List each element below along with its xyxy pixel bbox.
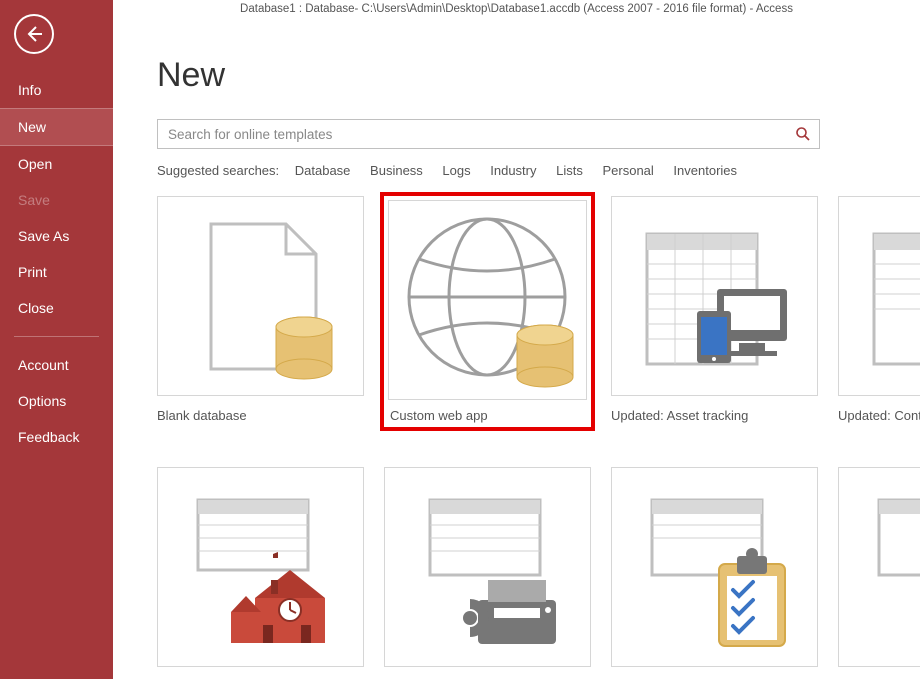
sidebar-item-open[interactable]: Open (0, 146, 113, 182)
suggested-link-database[interactable]: Database (295, 163, 351, 178)
suggested-link-personal[interactable]: Personal (602, 163, 653, 178)
sidebar-item-new[interactable]: New (0, 108, 113, 146)
template-faculty[interactable] (384, 467, 591, 667)
page-title: New (157, 56, 920, 95)
suggested-label: Suggested searches: (157, 163, 279, 178)
sidebar-item-print[interactable]: Print (0, 254, 113, 290)
search-icon[interactable] (795, 126, 811, 142)
sidebar-divider (14, 336, 99, 337)
sidebar-item-save-as[interactable]: Save As (0, 218, 113, 254)
clipboard-tasks-icon (627, 480, 802, 655)
suggested-link-logs[interactable]: Logs (442, 163, 470, 178)
main-content: Database1 : Database- C:\Users\Admin\Des… (113, 0, 920, 679)
template-asset-tracking[interactable]: Updated: Asset tracking (611, 196, 818, 431)
template-label: Updated: Contacts (838, 408, 920, 423)
sidebar-item-feedback[interactable]: Feedback (0, 419, 113, 455)
back-button[interactable] (14, 14, 54, 54)
fax-icon (400, 480, 575, 655)
template-contacts[interactable]: Updated: Contacts (838, 196, 920, 431)
sidebar-item-options[interactable]: Options (0, 383, 113, 419)
suggested-searches: Suggested searches: Database Business Lo… (157, 163, 876, 178)
template-label: Blank database (157, 408, 364, 423)
back-arrow-icon (24, 24, 44, 44)
suggested-link-lists[interactable]: Lists (556, 163, 583, 178)
sidebar-item-account[interactable]: Account (0, 347, 113, 383)
contacts-icon (854, 209, 920, 384)
sidebar-item-save: Save (0, 182, 113, 218)
blank-database-icon (176, 209, 346, 384)
custom-web-app-icon (395, 205, 580, 395)
sidebar-item-close[interactable]: Close (0, 290, 113, 326)
template-label: Updated: Asset tracking (611, 408, 818, 423)
asset-tracking-icon (627, 209, 802, 384)
suggested-link-industry[interactable]: Industry (490, 163, 536, 178)
suggested-link-inventories[interactable]: Inventories (673, 163, 737, 178)
suggested-link-business[interactable]: Business (370, 163, 423, 178)
students-icon (173, 480, 348, 655)
template-custom-web-app[interactable]: Custom web app (384, 196, 591, 431)
backstage-sidebar: Info New Open Save Save As Print Close A… (0, 0, 113, 679)
window-title: Database1 : Database- C:\Users\Admin\Des… (113, 0, 920, 20)
template-search-input[interactable] (157, 119, 820, 149)
template-blank-database[interactable]: Blank database (157, 196, 364, 431)
sidebar-item-info[interactable]: Info (0, 72, 113, 108)
template-students[interactable] (157, 467, 364, 667)
template-tasks[interactable] (838, 467, 920, 667)
template-label: Custom web app (390, 408, 591, 423)
template-projects[interactable] (611, 467, 818, 667)
tasks-icon (854, 480, 920, 655)
